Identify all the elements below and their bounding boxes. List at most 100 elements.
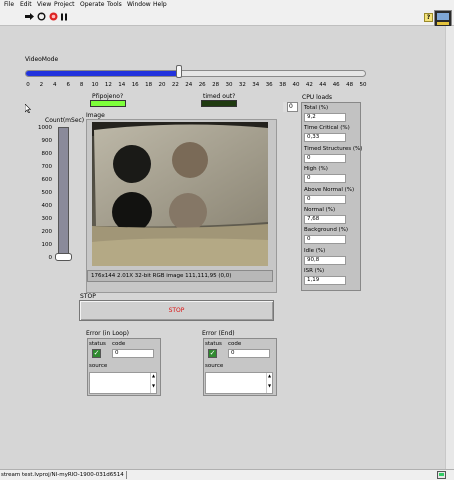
error-source-scrollbar[interactable]: ▲ ▼ (150, 373, 156, 393)
error-cluster-title: Error (in Loop) (86, 330, 129, 337)
cpu-load-name: Timed Structures (%) (304, 145, 363, 152)
video-mode-tick: 20 (158, 82, 166, 88)
context-help-icon[interactable]: ? (424, 13, 433, 22)
menu-bar: File Edit View Project Operate Tools Win… (0, 0, 454, 9)
project-path: stream test.lvproj/NI-myRIO-1900-031d651… (1, 471, 127, 479)
video-mode-tick: 24 (185, 82, 193, 88)
count-tick: 900 (41, 138, 53, 144)
cpu-load-name: Normal (%) (304, 207, 336, 213)
video-mode-tick: 50 (359, 82, 367, 88)
error-code-field[interactable]: 0 (112, 349, 154, 358)
error-status-label: status (89, 341, 106, 347)
cpu-load-name: ISR (%) (304, 268, 325, 275)
video-mode-tick: 14 (118, 82, 126, 88)
count-tick: 500 (41, 190, 53, 196)
timed-out-label: timed out? (203, 93, 236, 100)
count-tick: 1000 (38, 125, 52, 131)
cpu-load-name: Background (%) (304, 227, 349, 234)
error-code-label: code (112, 341, 126, 347)
video-mode-tick: 2 (39, 82, 44, 88)
mouse-cursor-icon (25, 104, 31, 113)
run-continuously-icon[interactable] (36, 11, 46, 22)
count-slider-track[interactable] (58, 127, 69, 261)
video-mode-tick: 48 (346, 82, 354, 88)
error-cluster-title: Error (End) (202, 330, 235, 337)
cpu-load-value: 1,19 (304, 276, 346, 286)
stop-button[interactable]: STOP (79, 300, 274, 321)
cpu-load-name: Idle (%) (304, 247, 326, 254)
video-mode-tick: 44 (319, 82, 327, 88)
count-tick: 700 (41, 164, 53, 170)
cpu-load-name: Above Normal (%) (304, 186, 355, 193)
error-source-field[interactable]: ▲ ▼ (89, 372, 157, 394)
cpu-load-value: 0 (304, 153, 346, 163)
video-mode-tick: 36 (265, 82, 273, 88)
abort-icon[interactable] (48, 11, 58, 22)
video-mode-label: VideoMode (25, 56, 59, 63)
error-code-field[interactable]: 0 (228, 349, 270, 358)
status-bar: stream test.lvproj/NI-myRIO-1900-031d651… (0, 469, 454, 480)
video-mode-tick: 30 (225, 82, 233, 88)
cpu-loads-label: CPU loads (302, 94, 333, 101)
video-mode-tick: 32 (238, 82, 246, 88)
cpu-load-name: High (%) (304, 166, 328, 173)
error-source-field[interactable]: ▲ ▼ (205, 372, 273, 394)
video-mode-tick: 42 (305, 82, 313, 88)
video-mode-tick: 34 (252, 82, 260, 88)
vi-icon (434, 10, 452, 27)
run-arrow-icon[interactable] (24, 11, 34, 22)
video-mode-slider-fill (26, 71, 179, 76)
video-mode-tick: 10 (91, 82, 99, 88)
menu-tools[interactable]: Tools (107, 1, 122, 8)
video-mode-tick: 4 (53, 82, 57, 88)
count-tick: 800 (41, 151, 53, 157)
video-mode-tick: 22 (171, 82, 179, 88)
menu-operate[interactable]: Operate (80, 1, 104, 8)
cpu-load-name: Time Critical (%) (304, 125, 350, 132)
cpu-load-value: 90,8 (304, 255, 346, 265)
video-mode-slider-track[interactable] (25, 70, 366, 77)
cpu-index-increment[interactable] (283, 102, 288, 112)
menu-view[interactable]: View (37, 1, 51, 8)
error-status-check-icon: ✓ (92, 349, 101, 358)
count-tick: 600 (41, 177, 53, 183)
count-tick: 400 (41, 203, 53, 209)
count-tick: 300 (41, 216, 53, 222)
error-source-label: source (89, 363, 108, 369)
video-mode-slider-handle[interactable] (175, 65, 182, 78)
menu-window[interactable]: Window (127, 1, 151, 8)
count-slider-handle[interactable] (55, 253, 72, 261)
stop-label: STOP (80, 293, 96, 300)
image-info-bar: 176x144 2.01X 32-bit RGB image 111,111,9… (87, 270, 273, 282)
error-source-label: source (205, 363, 224, 369)
video-mode-tick: 26 (198, 82, 206, 88)
pause-icon[interactable] (59, 11, 69, 22)
video-mode-tick: 12 (104, 82, 112, 88)
count-tick: 100 (41, 242, 53, 248)
cpu-load-value: 0,33 (304, 133, 346, 143)
count-tick: 200 (41, 229, 53, 235)
connected-led (90, 100, 126, 107)
menu-edit[interactable]: Edit (20, 1, 32, 8)
video-mode-tick: 16 (131, 82, 139, 88)
cpu-load-value: 7,68 (304, 215, 346, 224)
panel-scrollbar[interactable] (445, 26, 454, 469)
toolbar: ? (0, 9, 454, 27)
video-mode-tick: 18 (145, 82, 153, 88)
menu-file[interactable]: File (4, 1, 14, 8)
error-code-label: code (228, 341, 242, 347)
image-label: Image (86, 112, 105, 119)
error-status-check-icon: ✓ (208, 349, 217, 358)
menu-help[interactable]: Help (153, 1, 167, 8)
video-mode-tick: 28 (212, 82, 220, 88)
camera-image[interactable] (92, 122, 268, 266)
video-mode-tick: 40 (292, 82, 300, 88)
target-status-icon (437, 471, 446, 479)
video-mode-tick: 46 (332, 82, 340, 88)
cpu-load-value: 9,2 (304, 113, 346, 122)
menu-project[interactable]: Project (54, 1, 75, 8)
video-mode-tick: 0 (26, 82, 30, 88)
error-source-scrollbar[interactable]: ▲ ▼ (266, 373, 272, 393)
connected-label: Připojeno? (92, 93, 124, 100)
video-mode-tick: 38 (279, 82, 287, 88)
